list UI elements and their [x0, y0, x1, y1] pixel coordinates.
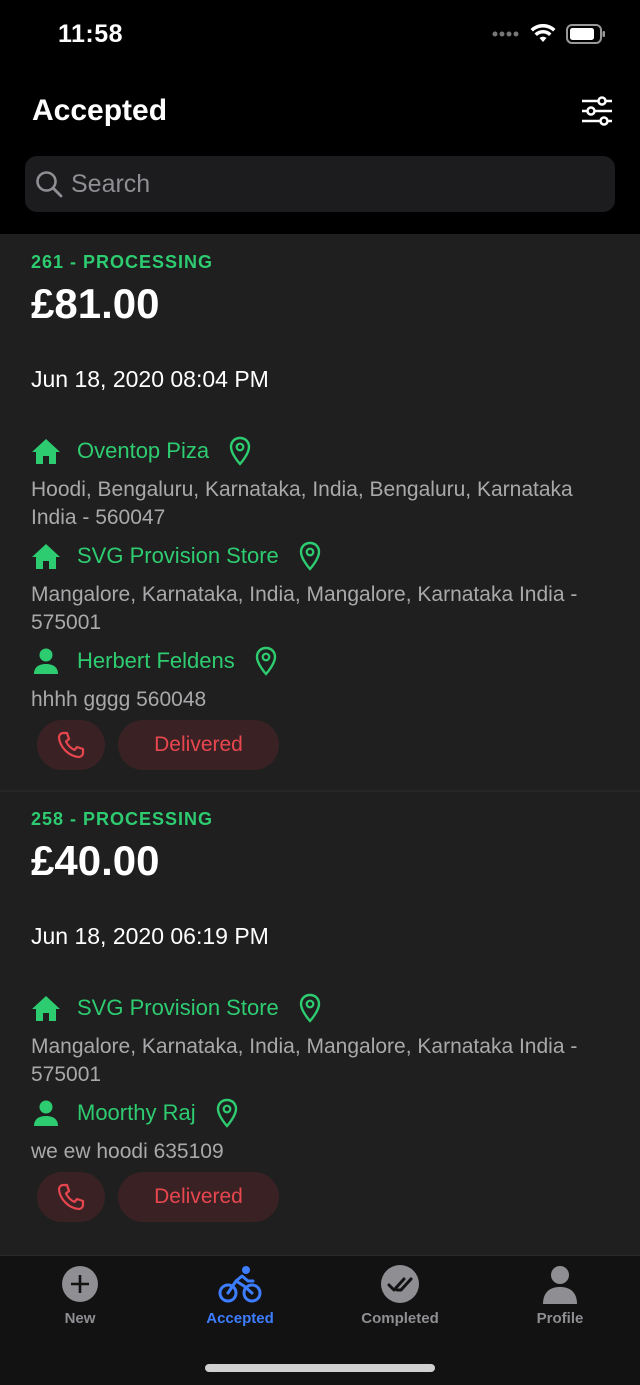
store-address: Mangalore, Karnataka, India, Mangalore, … — [31, 583, 578, 634]
page-title: Accepted — [32, 94, 168, 127]
pickup-store-row: Oventop Piza — [31, 436, 251, 466]
tab-profile[interactable]: Profile — [480, 1264, 640, 1327]
customer-row: Herbert Feldens — [31, 646, 277, 676]
customer-address: we ew hoodi 635109 — [31, 1140, 224, 1163]
order-status: 258 - PROCESSING — [31, 809, 214, 829]
person-icon — [543, 1266, 577, 1304]
order-card[interactable]: 258 - PROCESSING £40.00 Jun 18, 2020 06:… — [0, 792, 640, 1255]
order-date: Jun 18, 2020 06:19 PM — [31, 923, 269, 949]
customer-name[interactable]: Moorthy Raj — [77, 1100, 196, 1126]
store-name[interactable]: Oventop Piza — [77, 438, 209, 464]
location-pin-icon[interactable] — [299, 541, 321, 571]
location-pin-icon[interactable] — [255, 646, 277, 676]
tab-label: Accepted — [206, 1310, 274, 1327]
order-date: Jun 18, 2020 08:04 PM — [31, 366, 269, 392]
tab-accepted[interactable]: Accepted — [160, 1264, 320, 1327]
phone-icon — [57, 731, 85, 759]
location-pin-icon[interactable] — [216, 1098, 238, 1128]
battery-icon — [566, 24, 605, 44]
location-pin-icon[interactable] — [299, 993, 321, 1023]
home-icon — [32, 544, 60, 569]
call-button[interactable] — [37, 1172, 105, 1222]
filter-button[interactable] — [581, 96, 613, 126]
phone-icon — [57, 1183, 85, 1211]
status-bar: 11:58 — [0, 0, 640, 70]
pickup-store-row: SVG Provision Store — [31, 541, 321, 571]
home-icon — [32, 439, 60, 464]
person-icon — [34, 1100, 58, 1126]
pickup-store-row: SVG Provision Store — [31, 993, 321, 1023]
customer-name[interactable]: Herbert Feldens — [77, 648, 235, 674]
tab-label: Completed — [361, 1310, 439, 1327]
store-address: Mangalore, Karnataka, India, Mangalore, … — [31, 1035, 578, 1086]
call-button[interactable] — [37, 720, 105, 770]
store-name[interactable]: SVG Provision Store — [77, 995, 279, 1021]
home-indicator — [205, 1364, 435, 1372]
delivered-button[interactable]: Delivered — [118, 1172, 279, 1222]
tab-label: New — [64, 1310, 96, 1327]
header: Accepted — [0, 70, 640, 234]
tab-label: Profile — [536, 1310, 584, 1327]
sliders-icon — [582, 96, 612, 126]
home-icon — [32, 996, 60, 1021]
person-icon — [34, 648, 58, 674]
search-input[interactable] — [71, 169, 571, 199]
double-check-icon — [381, 1265, 419, 1303]
search-bar[interactable] — [25, 156, 615, 212]
bicycle-icon — [218, 1266, 262, 1303]
tab-completed[interactable]: Completed — [320, 1264, 480, 1327]
location-pin-icon[interactable] — [229, 436, 251, 466]
status-icons — [492, 24, 606, 44]
store-address: Hoodi, Bengaluru, Karnataka, India, Beng… — [31, 478, 573, 529]
plus-circle-icon — [62, 1266, 98, 1302]
tab-new[interactable]: New — [0, 1264, 160, 1327]
signal-dots-icon — [492, 31, 519, 37]
customer-row: Moorthy Raj — [31, 1098, 238, 1128]
order-list[interactable]: 261 - PROCESSING £81.00 Jun 18, 2020 08:… — [0, 234, 640, 1255]
delivered-button[interactable]: Delivered — [118, 720, 279, 770]
customer-address: hhhh gggg 560048 — [31, 688, 207, 711]
status-time: 11:58 — [58, 20, 124, 48]
order-card[interactable]: 261 - PROCESSING £81.00 Jun 18, 2020 08:… — [0, 234, 640, 790]
order-amount: £40.00 — [31, 837, 160, 884]
order-amount: £81.00 — [31, 280, 160, 327]
store-name[interactable]: SVG Provision Store — [77, 543, 279, 569]
wifi-icon — [530, 24, 556, 42]
order-status: 261 - PROCESSING — [31, 252, 214, 272]
search-icon — [36, 171, 63, 198]
